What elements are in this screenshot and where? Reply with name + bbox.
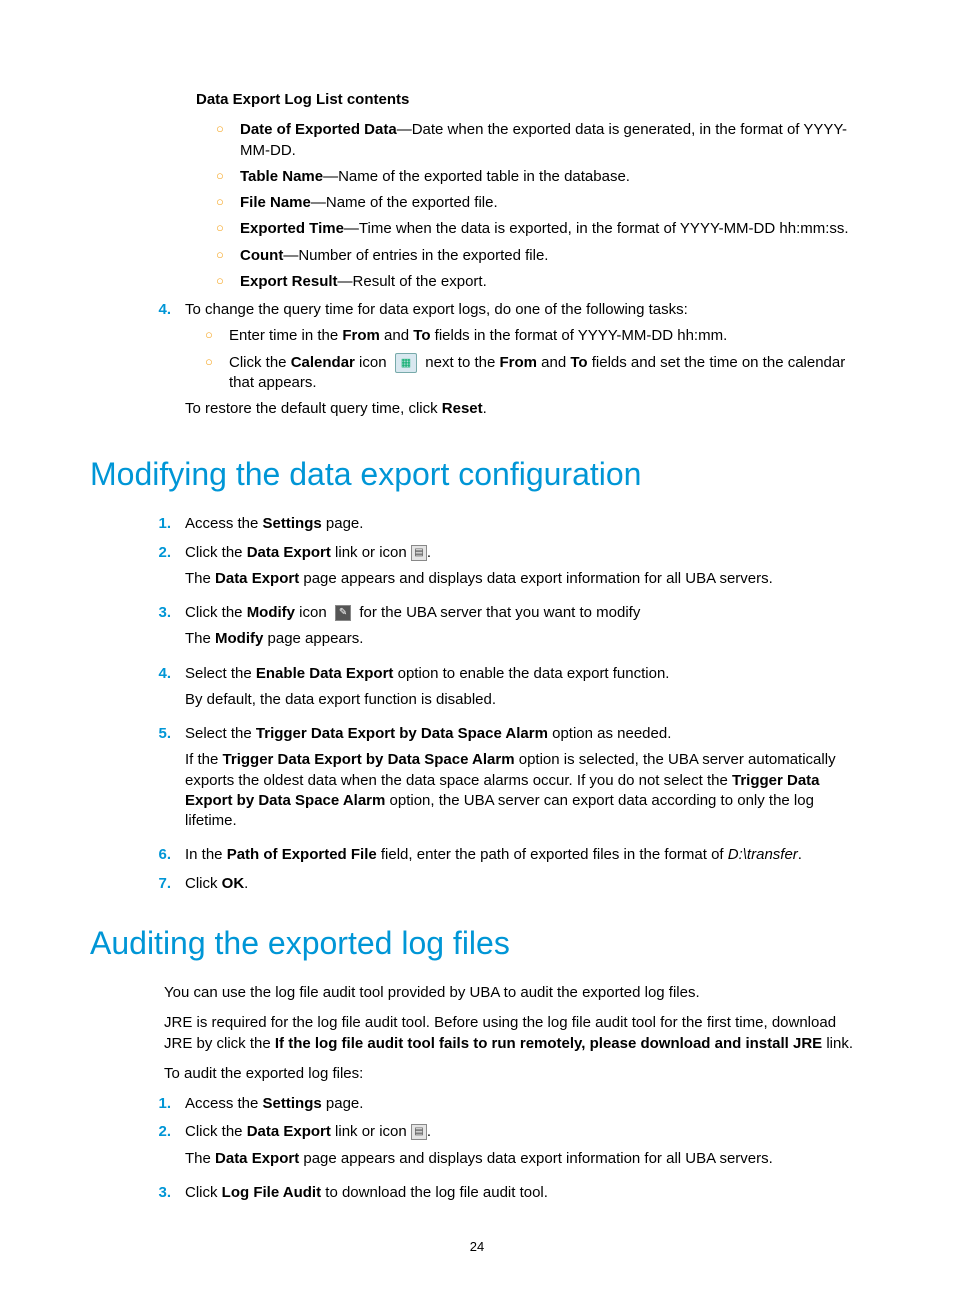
step-4: 4. To change the query time for data exp… [145,300,864,425]
log-item: ○File Name—Name of the exported file. [216,193,864,213]
heading-modifying: Modifying the data export configuration [90,453,864,496]
mod-step-3: 3. Click the Modify icon ✎ for the UBA s… [145,603,864,656]
aud-step-2: 2. Click the Data Export link or icon ▤.… [145,1122,864,1175]
log-item: ○Table Name—Name of the exported table i… [216,167,864,187]
log-item: ○Count—Number of entries in the exported… [216,246,864,266]
aud-step-1: 1.Access the Settings page. [145,1094,864,1114]
mod-step-6: 6.In the Path of Exported File field, en… [145,845,864,865]
modify-icon: ✎ [335,605,351,621]
aud-p1: You can use the log file audit tool prov… [164,983,864,1003]
heading-auditing: Auditing the exported log files [90,922,864,965]
calendar-icon: ▦ [395,353,417,373]
mod-step-5: 5. Select the Trigger Data Export by Dat… [145,724,864,837]
log-item: ○Date of Exported Data—Date when the exp… [216,120,864,161]
mod-step-4: 4. Select the Enable Data Export option … [145,664,864,717]
log-list-heading: Data Export Log List contents [196,90,864,110]
data-export-icon: ▤ [411,1124,427,1140]
aud-p2: JRE is required for the log file audit t… [164,1013,864,1054]
log-item: ○Export Result—Result of the export. [216,272,864,292]
mod-step-7: 7.Click OK. [145,874,864,894]
mod-step-2: 2. Click the Data Export link or icon ▤.… [145,543,864,596]
aud-step-3: 3.Click Log File Audit to download the l… [145,1183,864,1203]
aud-p3: To audit the exported log files: [164,1064,864,1084]
page-number: 24 [0,1238,954,1256]
log-item: ○Exported Time—Time when the data is exp… [216,219,864,239]
data-export-icon: ▤ [411,545,427,561]
mod-step-1: 1.Access the Settings page. [145,514,864,534]
